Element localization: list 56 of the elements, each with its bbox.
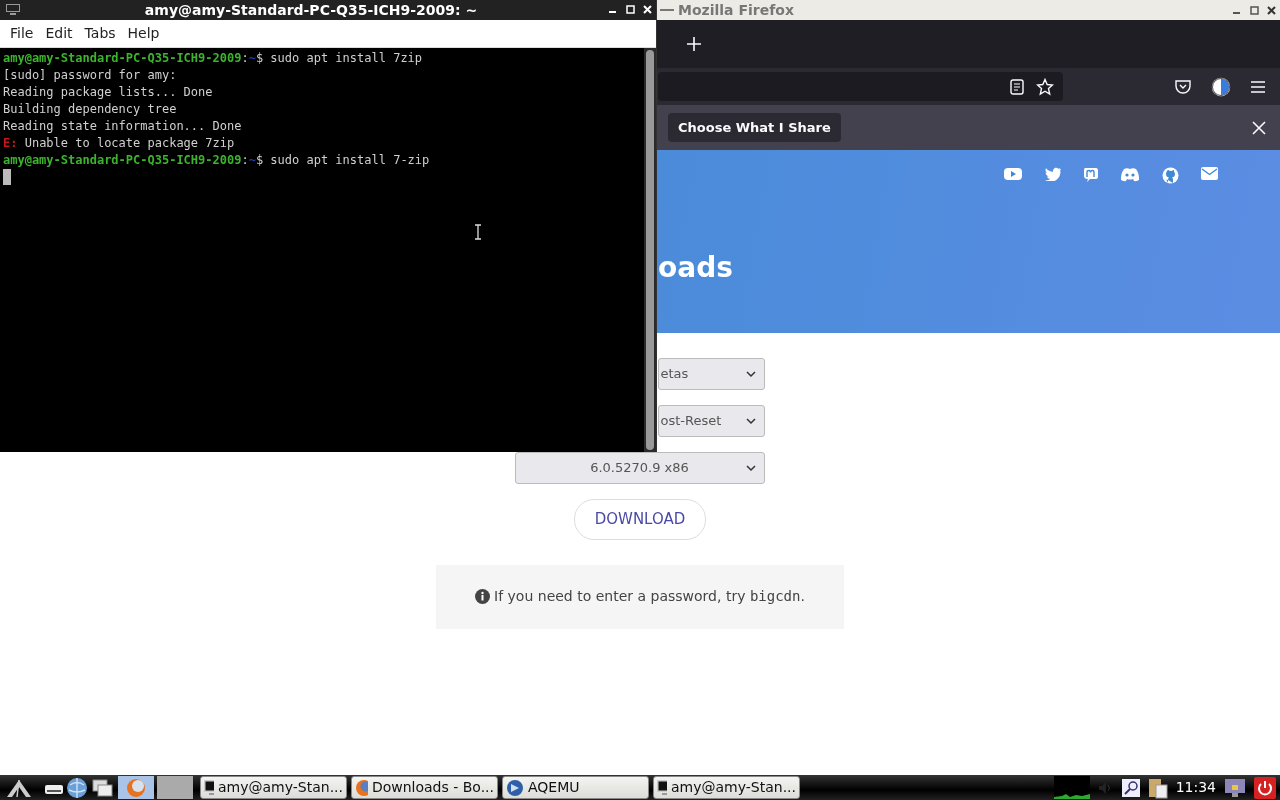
menu-item[interactable]: Tabs: [78, 21, 122, 46]
caret-icon: [745, 371, 756, 378]
power-icon[interactable]: [1254, 776, 1276, 799]
dropdown[interactable]: etas: [657, 358, 765, 390]
menu-icon[interactable]: [1251, 80, 1265, 93]
video-icon[interactable]: [1004, 167, 1022, 181]
terminal-line: [sudo] password for amy:: [3, 67, 178, 84]
cpu-graph: [1053, 776, 1090, 799]
text-cursor: [3, 169, 11, 185]
magnifier-icon[interactable]: [1121, 778, 1140, 797]
text-cursor-icon: [474, 224, 482, 240]
terminal-line: Reading package lists... Done: [3, 84, 214, 101]
info-icon: [475, 589, 491, 604]
clipboard-icon[interactable]: [1147, 776, 1168, 799]
window-menu-icon[interactable]: [660, 8, 674, 12]
taskbar-button[interactable]: amy@amy-Stan...: [200, 776, 347, 799]
window-title: Mozilla Firefox: [678, 0, 794, 20]
window-title: amy@amy-Standard-PC-Q35-ICH9-2009: ~: [143, 0, 479, 20]
game-controller-icon[interactable]: [1120, 167, 1140, 182]
close-icon[interactable]: [1267, 5, 1276, 15]
menu-item[interactable]: File: [4, 21, 40, 46]
terminal-icon[interactable]: [6, 4, 20, 16]
terminal-line: Reading state information... Done: [3, 118, 243, 135]
terminal-line: Building dependency tree: [3, 101, 178, 118]
scrollbar-thumb[interactable]: [646, 50, 654, 450]
taskbar-button[interactable]: amy@amy-Stan...: [653, 776, 800, 799]
terminal-line: amy@amy-Standard-PC-Q35-ICH9-2009:~$ sudo apt install 7-zip: [3, 152, 431, 169]
bird-icon[interactable]: [1044, 167, 1061, 181]
account-icon[interactable]: [1211, 76, 1231, 97]
info-text: If you need to enter a password, try bigcdn.: [494, 587, 805, 606]
envelope-icon[interactable]: [1201, 167, 1218, 180]
taskbar-button[interactable]: AQEMU: [502, 776, 649, 799]
desktop-switcher[interactable]: [157, 776, 193, 799]
taskbar-button[interactable]: Downloads - Bo...: [351, 776, 498, 799]
choose-what-i-share-button[interactable]: Choose What I Share: [668, 112, 841, 143]
star-icon[interactable]: [1036, 77, 1054, 96]
chat-bubble-icon[interactable]: [1083, 167, 1098, 183]
caret-icon: [745, 465, 756, 472]
dropdown[interactable]: 6.0.5270.9 x86: [514, 452, 765, 484]
dropdown[interactable]: ost-Reset: [657, 405, 765, 437]
clock: 11:34: [1175, 778, 1216, 797]
menu-item[interactable]: Edit: [39, 21, 79, 46]
page-heading: oads: [658, 250, 733, 286]
pocket-icon[interactable]: [1175, 79, 1191, 94]
lock-screen-icon[interactable]: [1224, 777, 1246, 798]
windows-icon[interactable]: [91, 777, 115, 798]
menu-item[interactable]: Help: [121, 21, 166, 46]
cat-silhouette-icon[interactable]: [1162, 167, 1179, 184]
reader-view-icon[interactable]: [1010, 78, 1024, 95]
terminal-line: amy@amy-Standard-PC-Q35-ICH9-2009:~$ sudo apt install 7zip: [3, 50, 424, 67]
monitor-icon: [657, 778, 667, 797]
caret-icon: [745, 418, 756, 425]
download-button[interactable]: DOWNLOAD: [573, 499, 707, 540]
terminal-line: E: Unable to locate package 7zip: [3, 135, 236, 152]
new-tab-icon[interactable]: [686, 36, 702, 52]
monitor-icon: [204, 778, 214, 797]
